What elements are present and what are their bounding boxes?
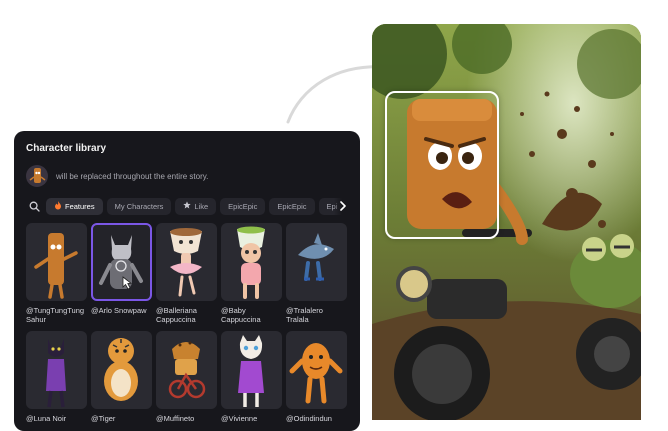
character-thumbnail: [26, 331, 87, 409]
current-character-avatar: [26, 165, 48, 187]
character-thumbnail: [156, 331, 217, 409]
character-name: @Tralalero Tralala: [286, 306, 323, 324]
character-grid: @TungTungTung Sahur @Arlo Snowpaw @Balle…: [26, 223, 356, 431]
character-thumbnail: [156, 223, 217, 301]
star-icon: [183, 201, 192, 211]
character-card[interactable]: @Odindindun: [286, 331, 347, 431]
chevron-right-icon[interactable]: [334, 197, 352, 215]
character-thumbnail: [221, 223, 282, 301]
character-card[interactable]: @TungTungTung Sahur: [26, 223, 87, 331]
character-library-panel: Character library will be replaced throu…: [14, 131, 360, 431]
fire-icon: [54, 200, 62, 212]
character-name: @Balleriana Cappuccina: [156, 306, 197, 324]
character-card[interactable]: @Tralalero Tralala: [286, 223, 347, 331]
selected-character-highlight: [385, 91, 499, 239]
character-thumbnail: [26, 223, 87, 301]
search-icon[interactable]: [26, 198, 42, 214]
tab-label: EpicEpic: [228, 201, 258, 211]
character-thumbnail: [91, 331, 152, 409]
tab-epicepic-1[interactable]: EpicEpic: [220, 197, 266, 215]
character-card[interactable]: @Muffineto: [156, 331, 217, 431]
character-name: @Muffineto: [156, 414, 195, 423]
character-card[interactable]: @Luna Noir: [26, 331, 87, 431]
tab-label: My Characters: [114, 201, 164, 211]
character-thumbnail: [286, 223, 347, 301]
character-name: @Luna Noir: [26, 414, 67, 423]
replace-description: will be replaced throughout the entire s…: [56, 171, 209, 181]
tab-epicepic-2[interactable]: EpicEpic: [269, 197, 315, 215]
character-name: @Odindindun: [286, 414, 332, 423]
character-name: @Arlo Snowpaw: [91, 306, 147, 315]
panel-title: Character library: [26, 143, 107, 154]
character-card[interactable]: @Vivienne: [221, 331, 282, 431]
tab-label: Like: [194, 201, 209, 211]
character-thumbnail: [221, 331, 282, 409]
story-scene-image: [372, 24, 641, 420]
character-thumbnail: [91, 223, 152, 301]
character-card-selected[interactable]: @Arlo Snowpaw: [91, 223, 152, 331]
tab-label: Features: [65, 201, 95, 211]
filter-tabs: Features My Characters Like EpicEpic Epi…: [26, 197, 354, 215]
replace-info: will be replaced throughout the entire s…: [26, 165, 208, 187]
tab-features[interactable]: Features: [46, 197, 103, 215]
character-name: @Vivienne: [221, 414, 258, 423]
tab-my-characters[interactable]: My Characters: [106, 197, 172, 215]
character-name: @Tiger: [91, 414, 116, 423]
tab-like[interactable]: Like: [175, 197, 217, 215]
character-name: @TungTungTung Sahur: [26, 306, 85, 324]
character-card[interactable]: @Balleriana Cappuccina: [156, 223, 217, 331]
tab-label: EpicEpic: [277, 201, 307, 211]
character-card[interactable]: @Tiger: [91, 331, 152, 431]
character-name: @Baby Cappuccina: [221, 306, 261, 324]
character-card[interactable]: @Baby Cappuccina: [221, 223, 282, 331]
character-thumbnail: [286, 331, 347, 409]
